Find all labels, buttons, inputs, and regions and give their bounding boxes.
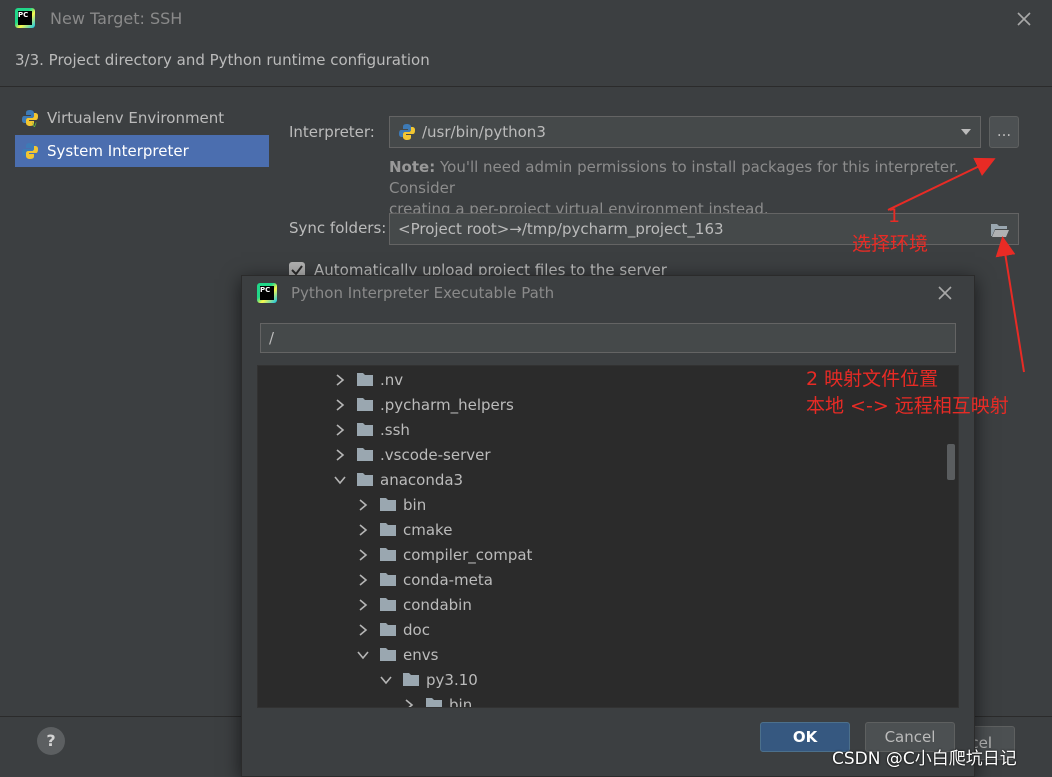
- close-icon[interactable]: [1015, 10, 1033, 28]
- tree-row[interactable]: .ssh: [334, 417, 410, 442]
- interpreter-value: /usr/bin/python3: [422, 123, 546, 141]
- folder-icon: [357, 448, 373, 461]
- tree-row-label: condabin: [403, 595, 472, 614]
- pycharm-logo-icon: PC: [15, 8, 35, 28]
- help-button[interactable]: ?: [37, 727, 65, 755]
- tree-row[interactable]: bin: [403, 692, 473, 709]
- folder-icon: [380, 523, 396, 536]
- sidebar-item-label: Virtualenv Environment: [47, 109, 225, 127]
- path-input-value: /: [269, 329, 275, 347]
- tree-row-label: bin: [403, 495, 427, 514]
- chevron-down-icon[interactable]: [380, 674, 392, 686]
- folder-icon: [357, 473, 373, 486]
- tree-row-label: compiler_compat: [403, 545, 533, 564]
- note-bold: Note:: [389, 158, 436, 176]
- tree-row[interactable]: .nv: [334, 367, 403, 392]
- interpreter-label: Interpreter:: [289, 123, 375, 141]
- chevron-right-icon[interactable]: [334, 423, 346, 436]
- dialog-close-icon[interactable]: [936, 284, 954, 302]
- folder-icon: [357, 398, 373, 411]
- chevron-right-icon[interactable]: [357, 498, 369, 511]
- chevron-right-icon[interactable]: [357, 598, 369, 611]
- tree-row-label: .nv: [380, 370, 404, 389]
- interpreter-path-dialog: PC Python Interpreter Executable Path / …: [241, 275, 975, 777]
- tree-row-label: conda-meta: [403, 570, 493, 589]
- browse-interpreter-button[interactable]: ...: [989, 116, 1019, 148]
- python-icon: [399, 124, 415, 140]
- tree-row-label: bin: [449, 695, 473, 708]
- folder-icon: [380, 573, 396, 586]
- tree-row[interactable]: bin: [357, 492, 426, 517]
- dropdown-arrow-icon[interactable]: [960, 128, 972, 136]
- sync-folders-value: <Project root>→/tmp/pycharm_project_163: [398, 220, 724, 238]
- tree-scrollbar-thumb[interactable]: [947, 444, 955, 480]
- folder-icon: [357, 423, 373, 436]
- annotation-1-text: 选择环境: [852, 233, 929, 255]
- tree-row-label: anaconda3: [380, 470, 464, 489]
- chevron-down-icon[interactable]: [357, 649, 369, 661]
- folder-icon: [426, 698, 442, 707]
- tree-row-label: .ssh: [380, 420, 410, 439]
- sidebar-item-virtualenv[interactable]: v Virtualenv Environment: [15, 102, 269, 134]
- tree-row[interactable]: .pycharm_helpers: [334, 392, 514, 417]
- step-title: 3/3. Project directory and Python runtim…: [15, 51, 430, 69]
- sync-folders-label: Sync folders:: [289, 219, 387, 237]
- chevron-right-icon[interactable]: [334, 373, 346, 386]
- step-header: 3/3. Project directory and Python runtim…: [0, 38, 1052, 87]
- tree-row[interactable]: doc: [357, 617, 430, 642]
- chevron-right-icon[interactable]: [357, 623, 369, 636]
- tree-row[interactable]: cmake: [357, 517, 452, 542]
- interpreter-note: Note: You'll need admin permissions to i…: [389, 157, 1029, 220]
- folder-icon: [380, 498, 396, 511]
- tree-row-label: .vscode-server: [380, 445, 491, 464]
- tree-row-label: doc: [403, 620, 430, 639]
- chevron-right-icon[interactable]: [334, 448, 346, 461]
- python-virtualenv-icon: v: [22, 110, 38, 127]
- open-folder-icon[interactable]: [990, 222, 1010, 238]
- title-bar: PC New Target: SSH: [0, 0, 1052, 38]
- tree-row[interactable]: anaconda3: [334, 467, 463, 492]
- tree-row-label: cmake: [403, 520, 453, 539]
- tree-row-label: .pycharm_helpers: [380, 395, 514, 414]
- chevron-right-icon[interactable]: [334, 398, 346, 411]
- sidebar-item-system-interpreter[interactable]: System Interpreter: [15, 135, 269, 167]
- annotation-2-line1: 2 映射文件位置: [806, 368, 939, 390]
- folder-icon: [357, 373, 373, 386]
- csdn-watermark: CSDN @C小白爬坑日记: [832, 749, 1017, 769]
- folder-icon: [403, 673, 419, 686]
- tree-row-label: envs: [403, 645, 439, 664]
- chevron-right-icon[interactable]: [357, 523, 369, 536]
- folder-icon: [380, 548, 396, 561]
- chevron-right-icon[interactable]: [403, 698, 415, 709]
- annotation-1-number: 1: [888, 205, 901, 227]
- annotation-arrow-2: [995, 236, 1025, 373]
- sidebar-item-label: System Interpreter: [47, 142, 189, 160]
- path-input[interactable]: /: [260, 323, 956, 353]
- tree-row[interactable]: envs: [357, 642, 438, 667]
- svg-text:v: v: [32, 120, 37, 127]
- folder-icon: [380, 623, 396, 636]
- window-title: New Target: SSH: [50, 9, 183, 28]
- annotation-2-line2: 本地 <-> 远程相互映射: [806, 395, 1009, 417]
- tree-row-label: py3.10: [426, 670, 478, 689]
- folder-icon: [380, 648, 396, 661]
- interpreter-select[interactable]: /usr/bin/python3: [389, 116, 981, 148]
- dialog-title: Python Interpreter Executable Path: [291, 284, 555, 302]
- chevron-right-icon[interactable]: [357, 548, 369, 561]
- chevron-right-icon[interactable]: [357, 573, 369, 586]
- folder-icon: [380, 598, 396, 611]
- tree-row[interactable]: condabin: [357, 592, 472, 617]
- tree-row[interactable]: conda-meta: [357, 567, 493, 592]
- chevron-down-icon[interactable]: [334, 474, 346, 486]
- tree-row[interactable]: .vscode-server: [334, 442, 491, 467]
- tree-row[interactable]: py3.10: [380, 667, 478, 692]
- python-icon: [22, 143, 38, 159]
- note-line1: You'll need admin permissions to install…: [389, 158, 959, 197]
- tree-row[interactable]: compiler_compat: [357, 542, 532, 567]
- pycharm-logo-icon: PC: [257, 283, 277, 303]
